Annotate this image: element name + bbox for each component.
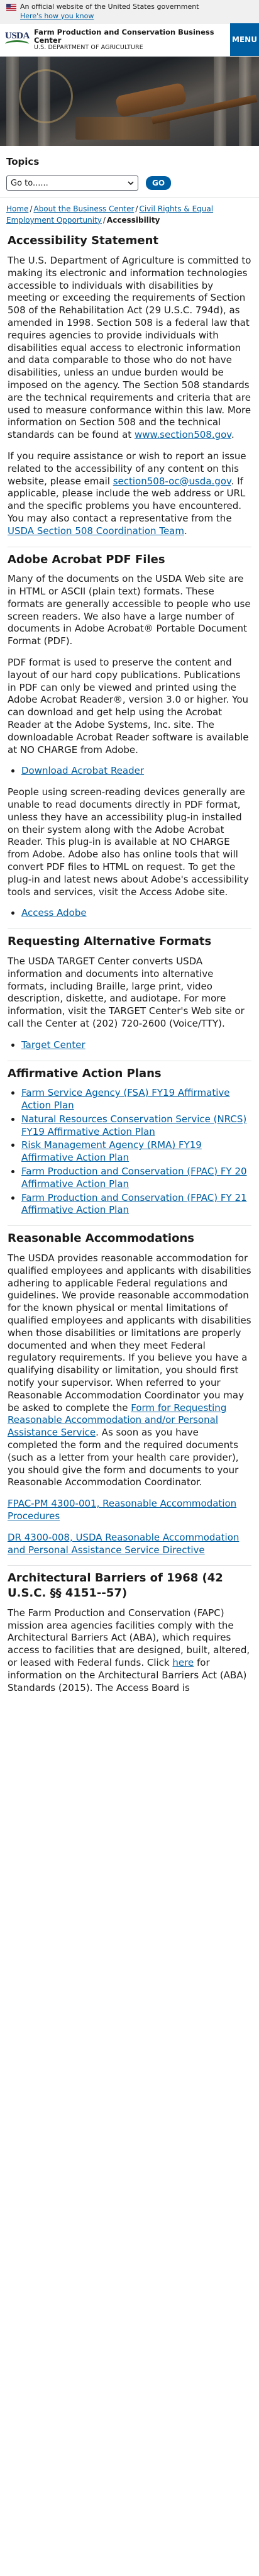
coordination-team-link[interactable]: USDA Section 508 Coordination Team bbox=[8, 525, 184, 537]
pdf-paragraph-1: Many of the documents on the USDA Web si… bbox=[8, 573, 251, 647]
reasonable-paragraph: The USDA provides reasonable accommodati… bbox=[8, 1252, 251, 1488]
hero-image bbox=[0, 56, 259, 146]
breadcrumb-about[interactable]: About the Business Center bbox=[33, 204, 134, 213]
affirmative-heading: Affirmative Action Plans bbox=[8, 1060, 251, 1088]
official-site-text: An official website of the United States… bbox=[20, 3, 199, 11]
aba-heading: Architectural Barriers of 1968 (42 U.S.C… bbox=[8, 1565, 251, 1607]
fsa-aap-link[interactable]: Farm Service Agency (FSA) FY19 Affirmati… bbox=[21, 1087, 230, 1111]
dr-4300-link[interactable]: DR 4300-008, USDA Reasonable Accommodati… bbox=[8, 1532, 239, 1556]
list-item: Risk Management Agency (RMA) FY19 Affirm… bbox=[21, 1139, 251, 1164]
list-item: Farm Production and Conservation (FPAC) … bbox=[21, 1192, 251, 1217]
pdf-paragraph-2: PDF format is used to preserve the conte… bbox=[8, 657, 249, 756]
list-item: Natural Resources Conservation Service (… bbox=[21, 1113, 251, 1139]
access-adobe-link[interactable]: Access Adobe bbox=[21, 907, 87, 918]
topics-panel: Topics Go to...... GO bbox=[0, 146, 259, 198]
breadcrumb-home[interactable]: Home bbox=[6, 204, 28, 213]
nrcs-aap-link[interactable]: Natural Resources Conservation Service (… bbox=[21, 1113, 246, 1137]
site-brand[interactable]: USDA Farm Production and Conservation Bu… bbox=[5, 28, 230, 52]
breadcrumb: Home / About the Business Center / Civil Rig… bbox=[6, 204, 214, 225]
go-button[interactable]: GO bbox=[146, 176, 172, 191]
aba-here-link[interactable]: here bbox=[172, 1657, 194, 1668]
list-item: Access Adobe bbox=[21, 907, 251, 920]
list-item: Farm Production and Conservation (FPAC) … bbox=[21, 1166, 251, 1191]
chevron-down-icon bbox=[128, 181, 134, 186]
site-header: USDA Farm Production and Conservation Bu… bbox=[0, 23, 259, 57]
us-flag-icon bbox=[6, 3, 16, 11]
target-center-link[interactable]: Target Center bbox=[21, 1039, 85, 1051]
assistance-paragraph: If you require assistance or wish to rep… bbox=[8, 450, 246, 537]
gov-banner: An official website of the United States… bbox=[0, 0, 259, 24]
fpac-fy20-aap-link[interactable]: Farm Production and Conservation (FPAC) … bbox=[21, 1166, 247, 1190]
alt-formats-heading: Requesting Alternative Formats bbox=[8, 928, 251, 956]
heres-how-you-know-link[interactable]: Here's how you know bbox=[20, 12, 253, 21]
section508-link[interactable]: www.section508.gov bbox=[135, 429, 231, 440]
pdf-paragraph-3: People using screen-reading devices gene… bbox=[8, 786, 249, 898]
usda-logo: USDA bbox=[5, 29, 30, 50]
menu-button[interactable]: MENU bbox=[230, 23, 259, 57]
accessibility-paragraph: The U.S. Department of Agriculture is co… bbox=[8, 255, 251, 441]
list-item: Farm Service Agency (FSA) FY19 Affirmati… bbox=[21, 1087, 251, 1112]
goto-select-value: Go to...... bbox=[11, 178, 48, 188]
agency-name: Farm Production and Conservation Busines… bbox=[34, 27, 214, 45]
aba-paragraph: The Farm Production and Conservation (FA… bbox=[8, 1607, 250, 1693]
topics-heading: Topics bbox=[6, 155, 40, 167]
section508-email-link[interactable]: section508-oc@usda.gov bbox=[113, 476, 231, 487]
fpac-fy21-aap-link[interactable]: Farm Production and Conservation (FPAC) … bbox=[21, 1192, 247, 1216]
fpac-pm-link[interactable]: FPAC-PM 4300-001, Reasonable Accommodati… bbox=[8, 1498, 236, 1522]
accessibility-heading: Accessibility Statement bbox=[8, 234, 158, 248]
breadcrumb-current: Accessibility bbox=[106, 215, 160, 225]
pdf-heading: Adobe Acrobat PDF Files bbox=[8, 546, 251, 574]
alt-formats-paragraph: The USDA TARGET Center converts USDA inf… bbox=[8, 955, 245, 1029]
download-acrobat-link[interactable]: Download Acrobat Reader bbox=[21, 765, 144, 776]
reasonable-heading: Reasonable Accommodations bbox=[8, 1225, 251, 1252]
list-item: Target Center bbox=[21, 1039, 251, 1052]
department-name: U.S. DEPARTMENT OF AGRICULTURE bbox=[34, 43, 143, 51]
rma-aap-link[interactable]: Risk Management Agency (RMA) FY19 Affirm… bbox=[21, 1139, 202, 1163]
main-content: Accessibility Statement The U.S. Departm… bbox=[0, 230, 259, 1694]
goto-select[interactable]: Go to...... bbox=[6, 176, 138, 191]
affirmative-list: Farm Service Agency (FSA) FY19 Affirmati… bbox=[8, 1087, 251, 1217]
list-item: Download Acrobat Reader bbox=[21, 765, 251, 778]
